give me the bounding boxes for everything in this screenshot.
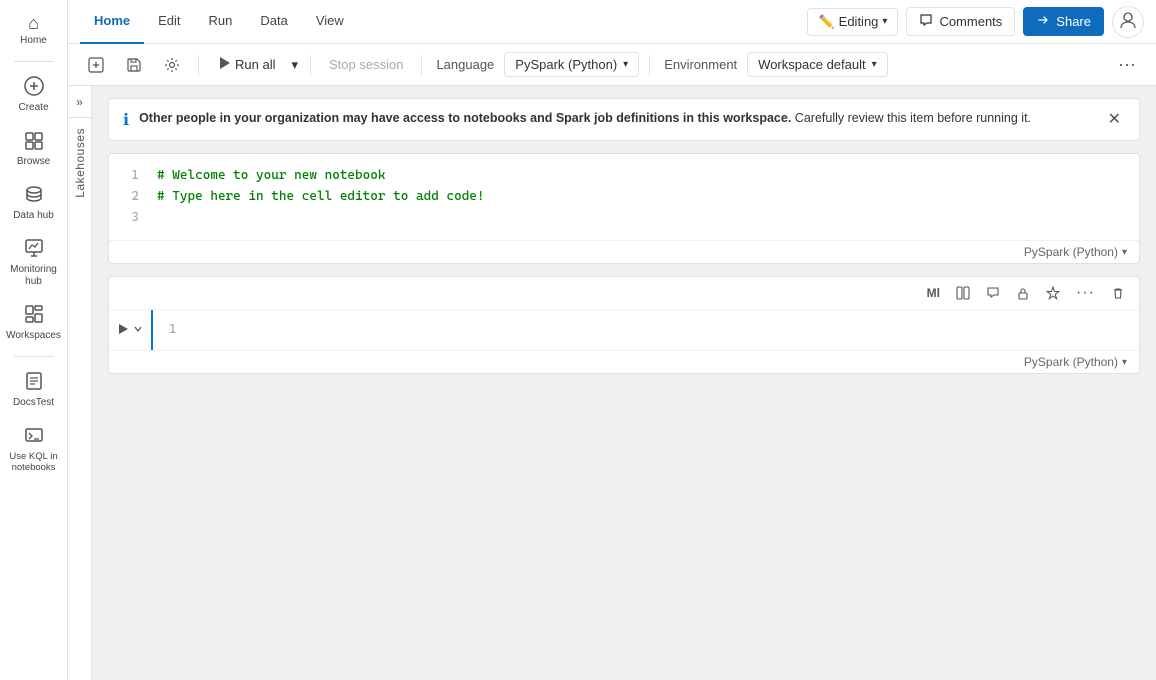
environment-label: Environment	[660, 57, 741, 72]
editing-button[interactable]: ✏️ Editing ▾	[807, 8, 898, 36]
toolbar-more-button[interactable]: ···	[1110, 50, 1144, 79]
info-close-button[interactable]: ✕	[1104, 109, 1125, 129]
sidebar-label-workspaces: Workspaces	[6, 330, 61, 342]
nav-tabs: Home Edit Run Data View	[80, 0, 358, 44]
side-panel-toggle[interactable]: »	[68, 86, 92, 118]
cell-2-footer: PySpark (Python) ▾	[109, 350, 1139, 373]
create-icon	[24, 76, 44, 99]
top-nav: Home Edit Run Data View ✏️ Editing ▾	[68, 0, 1156, 44]
sidebar-label-kql: Use KQL in notebooks	[8, 451, 60, 474]
cell-1-code-line-2: # Type here in the cell editor to add co…	[157, 187, 1123, 208]
sidebar-item-create[interactable]: Create	[4, 70, 64, 120]
pencil-icon: ✏️	[818, 14, 834, 30]
sidebar-item-monitoring[interactable]: Monitoring hub	[4, 232, 64, 294]
code-cell-1: 1 2 3 # Welcome to your new notebook # T…	[108, 153, 1140, 264]
cell-2-delete-button[interactable]	[1105, 283, 1131, 303]
sidebar-item-docstest[interactable]: DocsTest	[4, 365, 64, 415]
info-icon: ℹ	[123, 110, 129, 130]
comments-button[interactable]: Comments	[906, 7, 1015, 36]
cell-2-run-controls	[109, 310, 153, 350]
cell-2-chevron-button[interactable]	[133, 323, 143, 337]
language-label: Language	[432, 57, 498, 72]
home-icon: ⌂	[28, 14, 39, 32]
cell-1-footer: PySpark (Python) ▾	[109, 240, 1139, 263]
sidebar-label-datahub: Data hub	[13, 210, 54, 222]
sidebar-label-docstest: DocsTest	[13, 397, 54, 409]
notebook-area: ℹ Other people in your organization may …	[92, 86, 1156, 680]
tab-data[interactable]: Data	[246, 0, 301, 44]
cell-1-code-line-1: # Welcome to your new notebook	[157, 166, 1123, 187]
sidebar-divider2	[14, 356, 54, 357]
user-avatar[interactable]	[1112, 6, 1144, 38]
tab-home[interactable]: Home	[80, 0, 144, 44]
cell-2-lock-button[interactable]	[1010, 283, 1036, 303]
toolbar-separator-2	[310, 55, 311, 75]
settings-button[interactable]	[156, 53, 188, 77]
sidebar-item-datahub[interactable]: Data hub	[4, 178, 64, 228]
tab-view[interactable]: View	[302, 0, 358, 44]
cell-1-code-line-3	[157, 208, 1123, 229]
cell-2-more-button[interactable]: ···	[1070, 281, 1101, 305]
run-all-chevron[interactable]: ▾	[289, 53, 300, 77]
play-icon	[217, 56, 231, 73]
comments-icon	[919, 13, 933, 30]
sidebar-item-home[interactable]: ⌂ Home	[4, 8, 64, 53]
share-button[interactable]: Share	[1023, 7, 1104, 36]
cell-2-ml-button[interactable]: Ml	[921, 283, 946, 303]
content-area: » Lakehouses ℹ Other people in your orga…	[68, 86, 1156, 680]
stop-session-button[interactable]: Stop session	[321, 53, 411, 76]
toolbar-separator-3	[421, 55, 422, 75]
add-code-button[interactable]	[80, 53, 112, 77]
info-text-bold: Other people in your organization may ha…	[139, 111, 791, 125]
browse-icon	[24, 130, 44, 153]
sidebar-item-browse[interactable]: Browse	[4, 124, 64, 174]
sidebar-label-monitoring: Monitoring hub	[8, 264, 60, 288]
side-panel: » Lakehouses	[68, 86, 92, 680]
monitoring-icon	[24, 238, 44, 261]
docstest-icon	[24, 371, 44, 394]
code-cell-2: Ml ···	[108, 276, 1140, 374]
cell-2-run-button[interactable]	[117, 322, 129, 338]
datahub-icon	[24, 184, 44, 207]
info-banner: ℹ Other people in your organization may …	[108, 98, 1140, 141]
toolbar-separator-4	[649, 55, 650, 75]
tab-edit[interactable]: Edit	[144, 0, 194, 44]
sidebar-label-create: Create	[18, 102, 48, 114]
lakehouses-label: Lakehouses	[73, 118, 87, 208]
cell-2-sparkle-button[interactable]	[1040, 283, 1066, 303]
workspaces-icon	[24, 304, 44, 327]
avatar-icon	[1119, 11, 1137, 32]
nav-actions: ✏️ Editing ▾ Comments Share	[807, 6, 1144, 38]
cell-1-content[interactable]: 1 2 3 # Welcome to your new notebook # T…	[109, 154, 1139, 240]
cell-2-split-button[interactable]	[950, 283, 976, 303]
sidebar-label-home: Home	[20, 35, 47, 47]
run-all-button[interactable]: Run all	[209, 52, 283, 77]
sidebar-item-kql[interactable]: Use KQL in notebooks	[4, 419, 64, 480]
info-text-normal: Carefully review this item before runnin…	[795, 111, 1031, 125]
sidebar-divider	[14, 61, 54, 62]
environment-dropdown[interactable]: Workspace default ▾	[747, 52, 887, 77]
cell-2-comment-button[interactable]	[980, 283, 1006, 303]
tab-run[interactable]: Run	[195, 0, 247, 44]
cell-2-line-number: 1	[169, 322, 177, 337]
toolbar: Run all ▾ Stop session Language PySpark …	[68, 44, 1156, 86]
sidebar: ⌂ Home Create Browse Data hub Monitoring…	[0, 0, 68, 680]
cell-2-code-area[interactable]: 1	[153, 310, 1139, 349]
main-area: Home Edit Run Data View ✏️ Editing ▾	[68, 0, 1156, 680]
share-icon	[1036, 13, 1050, 30]
cell-2-lang-dropdown[interactable]: PySpark (Python) ▾	[1024, 355, 1127, 369]
toolbar-separator-1	[198, 55, 199, 75]
sidebar-label-browse: Browse	[17, 156, 50, 168]
cell-1-line-numbers: 1 2 3	[109, 166, 149, 228]
cell-2-body: 1	[109, 310, 1139, 350]
save-button[interactable]	[118, 53, 150, 77]
cell-1-lang-dropdown[interactable]: PySpark (Python) ▾	[1024, 245, 1127, 259]
sidebar-item-workspaces[interactable]: Workspaces	[4, 298, 64, 348]
language-dropdown[interactable]: PySpark (Python) ▾	[504, 52, 639, 77]
info-text: Other people in your organization may ha…	[139, 109, 1094, 128]
kql-icon	[24, 425, 44, 448]
cell-2-toolbar: Ml ···	[109, 277, 1139, 310]
